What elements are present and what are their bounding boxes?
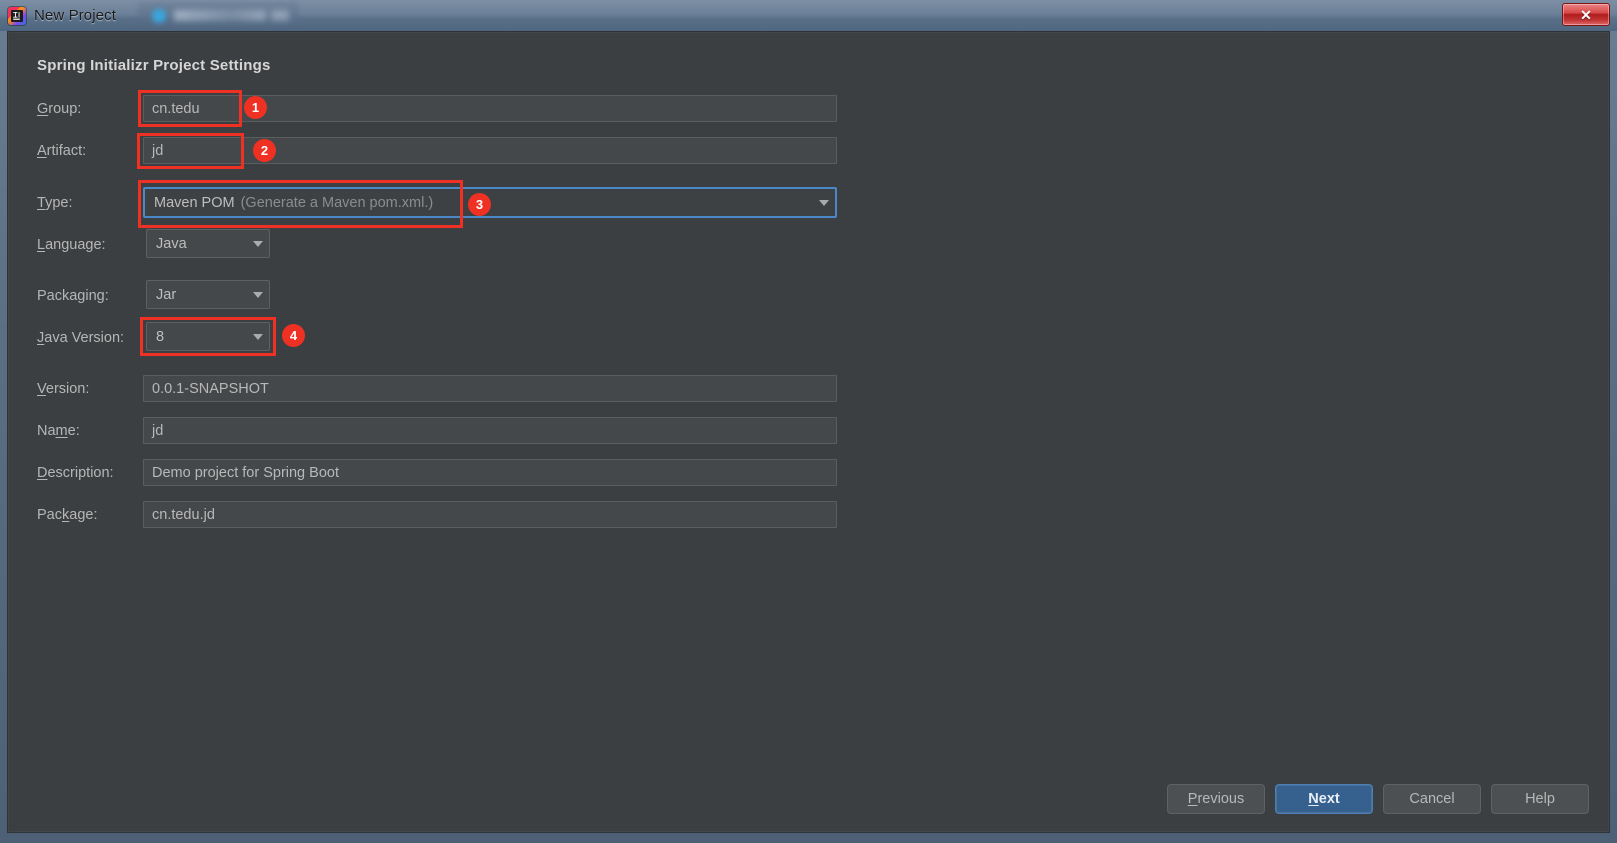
intellij-idea-icon xyxy=(8,6,26,25)
intellij-logo-glyph xyxy=(13,11,20,20)
previous-button[interactable]: Previous xyxy=(1167,784,1265,814)
name-field[interactable]: jd xyxy=(143,417,837,444)
language-value: Java xyxy=(156,235,187,252)
artifact-value: jd xyxy=(152,142,164,159)
close-icon: ✕ xyxy=(1580,6,1592,23)
window-title: New Project xyxy=(34,7,116,24)
dialog-footer: Previous Next Cancel Help xyxy=(1167,784,1589,814)
chevron-down-icon xyxy=(253,291,263,298)
group-value: cn.tedu xyxy=(152,100,200,117)
type-value: Maven POM xyxy=(154,194,235,211)
package-value: cn.tedu.jd xyxy=(152,506,215,523)
next-button[interactable]: Next xyxy=(1275,784,1373,814)
name-value: jd xyxy=(152,422,164,439)
type-combobox[interactable]: Maven POM (Generate a Maven pom.xml.) xyxy=(143,187,837,218)
java-version-value: 8 xyxy=(156,328,165,345)
title-bar[interactable]: New Project ✕ xyxy=(0,0,1617,31)
description-value: Demo project for Spring Boot xyxy=(152,464,339,481)
chevron-down-icon xyxy=(253,240,263,247)
packaging-combobox[interactable]: Jar xyxy=(146,280,270,309)
description-field[interactable]: Demo project for Spring Boot xyxy=(143,459,837,486)
cancel-button[interactable]: Cancel xyxy=(1383,784,1481,814)
packaging-value: Jar xyxy=(156,286,177,303)
artifact-field[interactable]: jd xyxy=(143,137,837,164)
help-button[interactable]: Help xyxy=(1491,784,1589,814)
new-project-dialog: Spring Initializr Project Settings Group… xyxy=(7,31,1610,833)
type-hint: (Generate a Maven pom.xml.) xyxy=(240,194,434,211)
spring-initializr-form: Group: cn.tedu Artifact: jd Type: Maven … xyxy=(8,32,1609,832)
chevron-down-icon xyxy=(819,199,829,206)
chevron-down-icon xyxy=(253,333,263,340)
os-window: New Project ✕ Spring Initializr Project … xyxy=(0,0,1617,843)
package-field[interactable]: cn.tedu.jd xyxy=(143,501,837,528)
background-window-blurred xyxy=(138,2,298,29)
background-window-title-blur xyxy=(174,10,266,21)
title-bar-left: New Project xyxy=(8,0,138,31)
background-window-icon xyxy=(152,9,166,23)
group-field[interactable]: cn.tedu xyxy=(143,95,837,122)
version-value: 0.0.1-SNAPSHOT xyxy=(152,380,269,397)
background-window-extra-blur xyxy=(271,10,289,21)
language-combobox[interactable]: Java xyxy=(146,229,270,258)
version-field[interactable]: 0.0.1-SNAPSHOT xyxy=(143,375,837,402)
java-version-combobox[interactable]: 8 xyxy=(146,322,270,351)
close-button[interactable]: ✕ xyxy=(1562,3,1610,26)
